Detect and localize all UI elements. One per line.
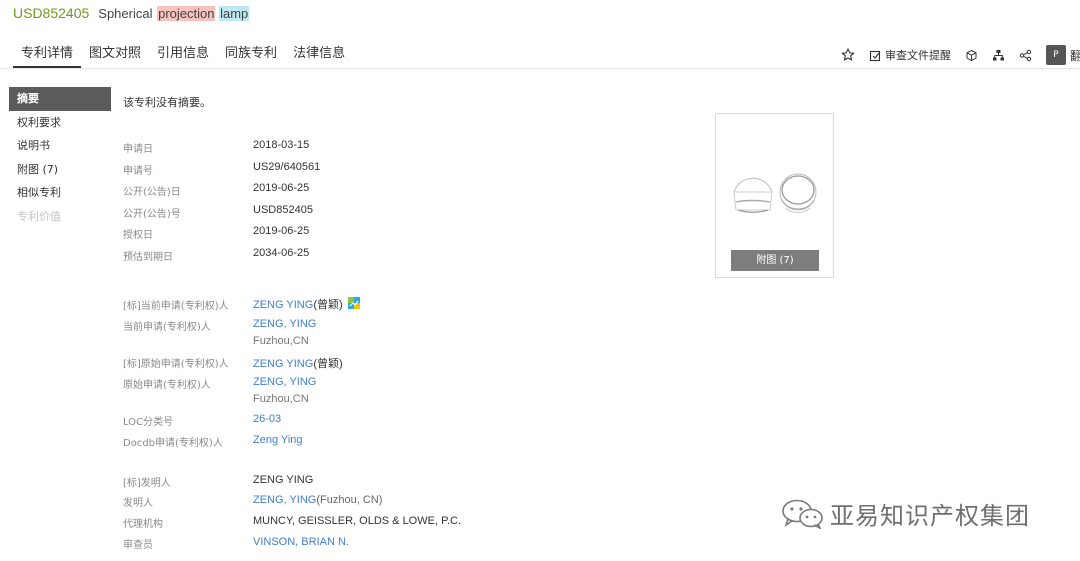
original-assignee-link[interactable]: ZENG YING — [253, 358, 313, 370]
field-label-examiner: 审查员 — [123, 540, 153, 551]
sidebar-item-similar-patents[interactable]: 相似专利 — [9, 181, 111, 205]
figures-button[interactable]: 附图 (7) — [731, 250, 819, 271]
inventor-location: (Fuzhou, CN) — [316, 494, 383, 506]
abstract-text: 该专利没有摘要。 — [123, 96, 211, 109]
field-value-inventor: ZENG, YING(Fuzhou, CN) — [253, 494, 382, 506]
original-assignee-location: Fuzhou,CN — [253, 393, 309, 405]
field-value-std-original-assignee: ZENG YING(曾颖) — [253, 355, 343, 371]
wechat-watermark: 亚易知识产权集团 — [780, 496, 1030, 531]
field-value-agency: MUNCY, GEISSLER, OLDS & LOWE, P.C. — [253, 515, 462, 527]
detail-tabs: 专利详情 图文对照 引用信息 同族专利 法律信息 — [13, 42, 353, 68]
family-tree-button[interactable] — [992, 49, 1005, 62]
publication-number: USD852405 — [13, 5, 90, 21]
lamp-drawing-thumbnail — [733, 173, 817, 213]
toolbar: 审查文件提醒 P 翻 — [827, 44, 1080, 66]
review-document-alert-button[interactable]: 审查文件提醒 — [869, 47, 951, 63]
field-label-grant-date: 授权日 — [123, 230, 153, 241]
field-label-application-date: 申请日 — [123, 144, 153, 155]
field-value-examiner[interactable]: VINSON, BRIAN N. — [253, 536, 349, 548]
field-label-std-current-assignee: [标]当前申请(专利权)人 — [123, 301, 229, 312]
sidebar-item-abstract[interactable]: 摘要 — [9, 87, 111, 111]
field-label-std-inventor: [标]发明人 — [123, 478, 171, 489]
field-value-loc-class[interactable]: 26-03 — [253, 413, 281, 425]
field-label-application-number: 申请号 — [123, 166, 153, 177]
field-value-std-current-assignee: ZENG YING(曾颖) — [253, 296, 360, 312]
inventor-link[interactable]: ZENG, YING — [253, 494, 316, 506]
title-word: Spherical — [98, 6, 153, 21]
assignee-badge-icon[interactable] — [347, 297, 360, 309]
review-document-alert-label: 审查文件提醒 — [885, 49, 951, 62]
field-value-publication-date: 2019-06-25 — [253, 182, 310, 194]
translate-icon: P — [1046, 45, 1066, 65]
field-value-publication-number: USD852405 — [253, 204, 313, 216]
wechat-icon — [782, 499, 823, 529]
assignee-chinese-name: (曾颖) — [313, 299, 343, 311]
field-value-application-number: US29/640561 — [253, 161, 321, 173]
assignee-link[interactable]: ZENG YING — [253, 299, 313, 311]
field-label-current-assignee: 当前申请(专利权)人 — [123, 322, 211, 333]
cube-icon — [966, 49, 977, 61]
field-value-std-inventor: ZENG YING — [253, 474, 314, 486]
title-word-highlight-cyan: lamp — [219, 6, 250, 21]
field-label-original-assignee: 原始申请(专利权)人 — [123, 380, 211, 391]
sidebar-item-claims[interactable]: 权利要求 — [9, 111, 111, 135]
tabs-divider — [0, 68, 1080, 69]
share-button[interactable] — [1019, 49, 1032, 62]
field-value-current-assignee[interactable]: ZENG, YING — [253, 318, 316, 330]
patent-title: Spherical projection lamp — [97, 6, 250, 21]
star-icon — [841, 48, 855, 61]
field-value-docdb-assignee[interactable]: Zeng Ying — [253, 434, 303, 446]
translate-button[interactable]: P 翻 — [1046, 45, 1080, 65]
field-value-original-assignee[interactable]: ZENG, YING — [253, 376, 316, 388]
watermark-text: 亚易知识产权集团 — [830, 502, 1030, 530]
field-label-loc-class: LOC分类号 — [123, 417, 174, 428]
tab-patent-detail[interactable]: 专利详情 — [13, 42, 82, 68]
field-label-publication-date: 公开(公告)日 — [123, 187, 181, 198]
original-assignee-chinese-name: (曾颖) — [313, 358, 343, 370]
share-icon — [1019, 49, 1032, 61]
field-label-docdb-assignee: Docdb申请(专利权)人 — [123, 438, 223, 449]
field-label-expiry-date: 预估到期日 — [123, 252, 173, 263]
current-assignee-location: Fuzhou,CN — [253, 335, 309, 347]
field-label-inventor: 发明人 — [123, 498, 153, 509]
field-label-publication-number: 公开(公告)号 — [123, 209, 181, 220]
sidebar-item-figures[interactable]: 附图 (7) — [9, 158, 111, 182]
field-label-agency: 代理机构 — [123, 519, 163, 530]
3d-view-button[interactable] — [965, 49, 978, 62]
tab-legal-info[interactable]: 法律信息 — [285, 42, 353, 68]
figure-preview-card[interactable]: 附图 (7) — [715, 113, 834, 278]
sidebar-item-patent-value: 专利价值 — [17, 209, 61, 223]
patent-title-row: USD852405 Spherical projection lamp — [13, 5, 250, 25]
title-word-highlight-red: projection — [157, 6, 216, 21]
section-sidebar: 摘要 权利要求 说明书 附图 (7) 相似专利 专利价值 — [9, 87, 111, 228]
tree-icon — [993, 49, 1004, 60]
sidebar-item-description[interactable]: 说明书 — [9, 134, 111, 158]
tab-family-patents[interactable]: 同族专利 — [217, 42, 285, 68]
translate-label-cut: 翻 — [1070, 48, 1080, 63]
field-label-std-original-assignee: [标]原始申请(专利权)人 — [123, 359, 229, 370]
tab-citation-info[interactable]: 引用信息 — [149, 42, 217, 68]
field-value-application-date: 2018-03-15 — [253, 139, 310, 151]
favorite-button[interactable] — [841, 48, 855, 62]
field-value-expiry-date: 2034-06-25 — [253, 247, 310, 259]
field-value-grant-date: 2019-06-25 — [253, 225, 310, 237]
tab-figure-text[interactable]: 图文对照 — [81, 42, 149, 68]
doc-alert-icon — [869, 50, 881, 61]
